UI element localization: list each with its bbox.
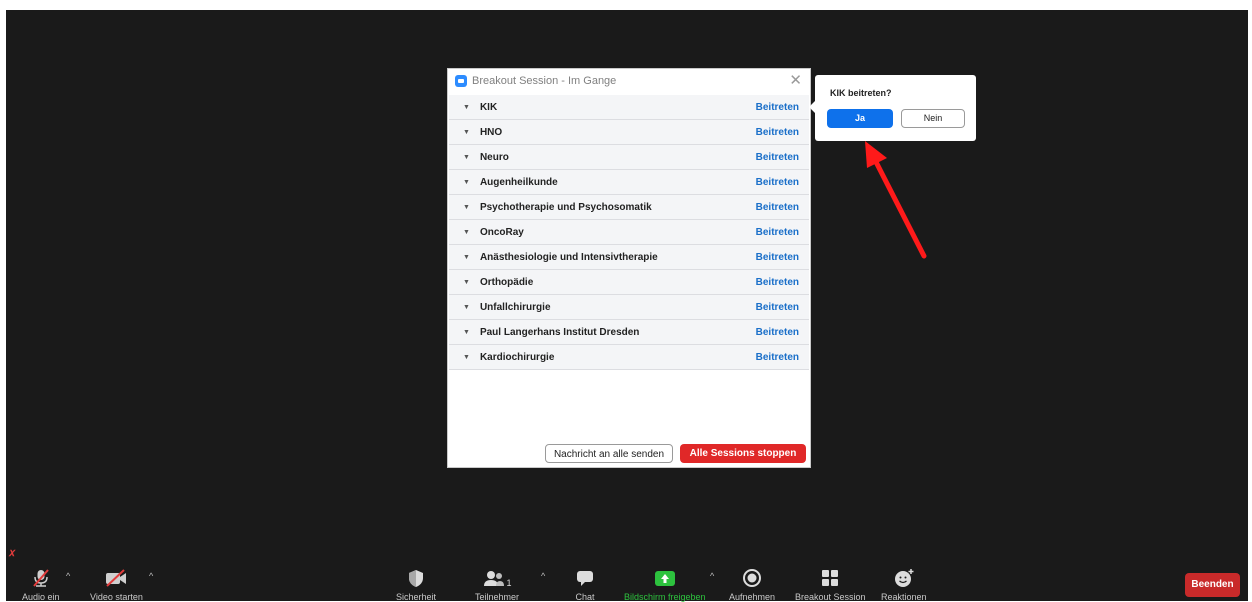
share-screen-icon	[654, 568, 676, 588]
join-room-button[interactable]: Beitreten	[756, 327, 799, 338]
audio-button[interactable]: Audio ein	[22, 568, 60, 602]
join-confirm-popup: KIK beitreten? Ja Nein	[809, 75, 976, 141]
annotation-arrow-icon	[865, 141, 927, 259]
video-button[interactable]: Video starten	[90, 568, 143, 602]
room-name: Paul Langerhans Institut Dresden	[479, 326, 640, 338]
camera-off-icon	[104, 568, 128, 588]
muted-indicator-icon: 𝑥	[9, 547, 16, 559]
zoom-logo-icon	[455, 75, 467, 87]
participants-options-caret[interactable]: ^	[541, 571, 545, 581]
share-options-caret[interactable]: ^	[710, 571, 714, 581]
participants-icon: 1	[483, 568, 512, 588]
join-room-button[interactable]: Beitreten	[756, 352, 799, 363]
stop-all-sessions-button[interactable]: Alle Sessions stoppen	[680, 444, 806, 463]
breakout-room-row[interactable]: ▼ KIK Beitreten	[449, 95, 809, 120]
share-screen-button[interactable]: Bildschirm freigeben	[624, 568, 706, 602]
no-button[interactable]: Nein	[901, 109, 965, 128]
join-room-button[interactable]: Beitreten	[756, 177, 799, 188]
confirm-question: KIK beitreten?	[830, 88, 892, 98]
room-name: Unfallchirurgie	[479, 301, 551, 313]
caret-down-icon[interactable]: ▼	[463, 229, 470, 236]
caret-down-icon[interactable]: ▼	[463, 179, 470, 186]
caret-down-icon[interactable]: ▼	[463, 129, 470, 136]
join-room-button[interactable]: Beitreten	[756, 277, 799, 288]
record-button[interactable]: Aufnehmen	[729, 568, 775, 602]
breakout-room-row[interactable]: ▼ Kardiochirurgie Beitreten	[449, 345, 809, 370]
room-name: Kardiochirurgie	[479, 351, 555, 363]
room-name: Orthopädie	[479, 276, 534, 288]
dialog-titlebar: Breakout Session - Im Gange	[448, 69, 810, 93]
participants-button[interactable]: 1 Teilnehmer	[475, 568, 519, 602]
room-name: KIK	[479, 101, 498, 113]
reactions-button[interactable]: Reaktionen	[881, 568, 927, 602]
room-name: OncoRay	[479, 226, 524, 238]
shield-icon	[407, 568, 425, 588]
participants-count: 1	[506, 578, 512, 588]
room-name: Anästhesiologie und Intensivtherapie	[479, 251, 658, 263]
breakout-room-row[interactable]: ▼ Unfallchirurgie Beitreten	[449, 295, 809, 320]
room-name: Psychotherapie und Psychosomatik	[479, 201, 652, 213]
smiley-plus-icon	[893, 568, 915, 588]
caret-down-icon[interactable]: ▼	[463, 154, 470, 161]
record-icon	[742, 568, 762, 588]
audio-options-caret[interactable]: ^	[66, 571, 70, 581]
caret-down-icon[interactable]: ▼	[463, 304, 470, 311]
room-name: HNO	[479, 126, 503, 138]
join-room-button[interactable]: Beitreten	[756, 152, 799, 163]
mic-muted-icon	[31, 568, 51, 588]
caret-down-icon[interactable]: ▼	[463, 354, 470, 361]
security-button[interactable]: Sicherheit	[396, 568, 436, 602]
breakout-room-row[interactable]: ▼ OncoRay Beitreten	[449, 220, 809, 245]
breakout-room-row[interactable]: ▼ Neuro Beitreten	[449, 145, 809, 170]
join-room-button[interactable]: Beitreten	[756, 227, 799, 238]
breakout-session-button[interactable]: Breakout Session	[795, 568, 866, 602]
caret-down-icon[interactable]: ▼	[463, 279, 470, 286]
join-room-button[interactable]: Beitreten	[756, 252, 799, 263]
room-name: Augenheilkunde	[479, 176, 558, 188]
breakout-room-list: ▼ KIK Beitreten ▼ HNO Beitreten ▼ Neuro …	[449, 95, 809, 370]
breakout-room-row[interactable]: ▼ HNO Beitreten	[449, 120, 809, 145]
join-room-button[interactable]: Beitreten	[756, 102, 799, 113]
chat-button[interactable]: Chat	[575, 568, 595, 602]
video-options-caret[interactable]: ^	[149, 571, 153, 581]
end-meeting-button[interactable]: Beenden	[1185, 573, 1240, 597]
breakout-room-row[interactable]: ▼ Augenheilkunde Beitreten	[449, 170, 809, 195]
caret-down-icon[interactable]: ▼	[463, 329, 470, 336]
breakout-grid-icon	[820, 568, 840, 588]
popup-pointer	[809, 101, 815, 113]
breakout-room-row[interactable]: ▼ Orthopädie Beitreten	[449, 270, 809, 295]
breakout-session-dialog: Breakout Session - Im Gange ✕ ▼ KIK Beit…	[447, 68, 811, 468]
breakout-room-row[interactable]: ▼ Psychotherapie und Psychosomatik Beitr…	[449, 195, 809, 220]
join-room-button[interactable]: Beitreten	[756, 302, 799, 313]
caret-down-icon[interactable]: ▼	[463, 254, 470, 261]
yes-button[interactable]: Ja	[827, 109, 893, 128]
room-name: Neuro	[479, 151, 509, 163]
join-room-button[interactable]: Beitreten	[756, 202, 799, 213]
broadcast-message-button[interactable]: Nachricht an alle senden	[545, 444, 673, 463]
close-icon[interactable]: ✕	[789, 73, 802, 88]
breakout-room-row[interactable]: ▼ Paul Langerhans Institut Dresden Beitr…	[449, 320, 809, 345]
dialog-title: Breakout Session - Im Gange	[472, 75, 617, 87]
join-room-button[interactable]: Beitreten	[756, 127, 799, 138]
chat-bubble-icon	[575, 568, 595, 588]
caret-down-icon[interactable]: ▼	[463, 204, 470, 211]
caret-down-icon[interactable]: ▼	[463, 104, 470, 111]
breakout-room-row[interactable]: ▼ Anästhesiologie und Intensivtherapie B…	[449, 245, 809, 270]
